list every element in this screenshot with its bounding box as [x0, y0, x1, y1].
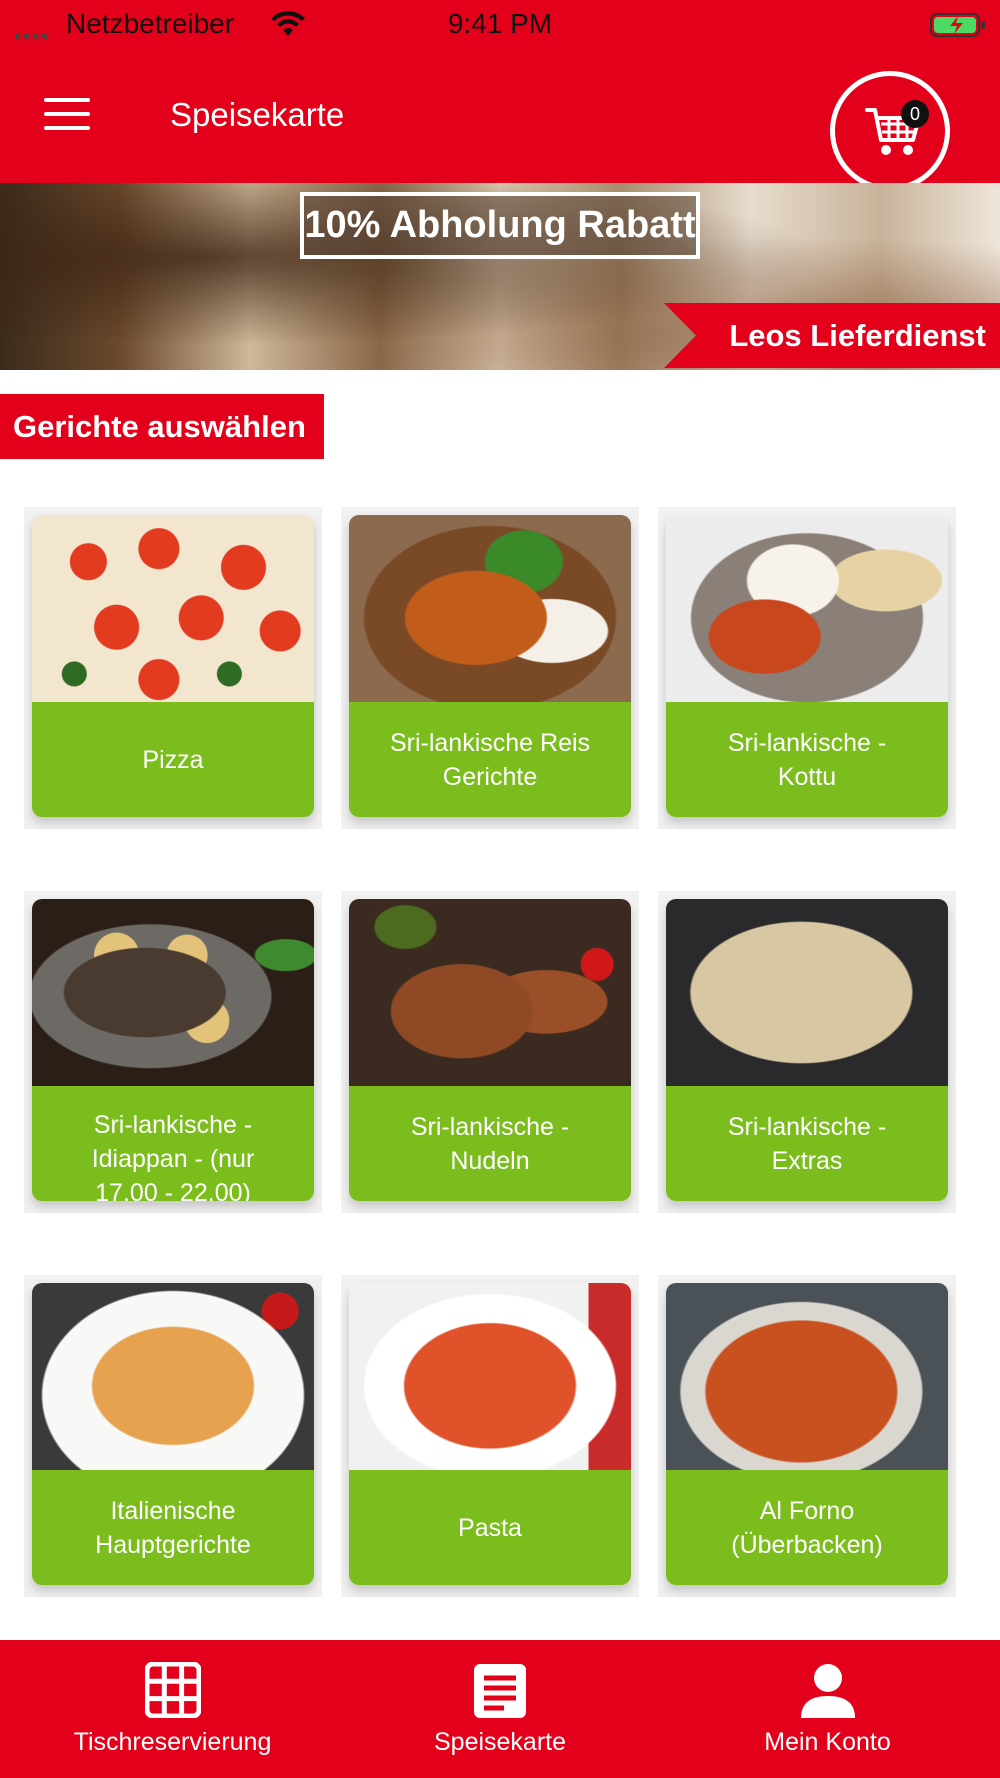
category-image	[32, 899, 314, 1086]
category-label: Sri-lankische - Nudeln	[410, 1112, 570, 1175]
category-label: Pasta	[458, 1513, 522, 1542]
tab-label: Mein Konto	[764, 1728, 891, 1756]
category-card-idiappan[interactable]: Sri-lankische - Idiappan - (nur 17.00 - …	[24, 891, 322, 1213]
category-card-al-forno[interactable]: Al Forno (Überbacken)	[658, 1275, 956, 1597]
category-label: Italienische Hauptgerichte	[95, 1496, 251, 1559]
category-image	[349, 515, 631, 702]
grid-icon	[144, 1662, 201, 1718]
category-card-nudeln[interactable]: Sri-lankische - Nudeln	[341, 891, 639, 1213]
category-label: Al Forno (Überbacken)	[731, 1496, 883, 1559]
menu-document-icon	[474, 1664, 526, 1718]
category-label: Sri-lankische Reis Gerichte	[389, 728, 591, 791]
tab-label: Tischreservierung	[73, 1728, 272, 1756]
category-image	[666, 899, 948, 1086]
category-card-pasta[interactable]: Pasta	[341, 1275, 639, 1597]
category-label: Sri-lankische - Kottu	[727, 728, 887, 791]
category-image	[666, 515, 948, 702]
bottom-tab-bar: Tischreservierung Speisekarte Mein Konto	[0, 1640, 1000, 1778]
tab-speisekarte[interactable]: Speisekarte	[380, 1640, 620, 1778]
person-icon	[800, 1664, 855, 1718]
category-grid: Pizza Sri-lankische Reis Gerichte Sri-la…	[0, 0, 1000, 1640]
category-card-extras[interactable]: Sri-lankische - Extras	[658, 891, 956, 1213]
category-card-italienische-hauptgerichte[interactable]: Italienische Hauptgerichte	[24, 1275, 322, 1597]
category-label: Pizza	[142, 745, 204, 774]
tab-tischreservierung[interactable]: Tischreservierung	[30, 1640, 315, 1778]
tab-label: Speisekarte	[433, 1728, 567, 1756]
category-image	[349, 1283, 631, 1470]
category-card-kottu[interactable]: Sri-lankische - Kottu	[658, 507, 956, 829]
category-image	[32, 515, 314, 702]
category-label: Sri-lankische - Idiappan - (nur 17.00 - …	[91, 1111, 255, 1201]
category-card-pizza[interactable]: Pizza	[24, 507, 322, 829]
tab-mein-konto[interactable]: Mein Konto	[710, 1640, 945, 1778]
category-card-reis-gerichte[interactable]: Sri-lankische Reis Gerichte	[341, 507, 639, 829]
category-label: Sri-lankische - Extras	[727, 1112, 887, 1175]
category-image	[32, 1283, 314, 1470]
category-image	[349, 899, 631, 1086]
category-image	[666, 1283, 948, 1470]
